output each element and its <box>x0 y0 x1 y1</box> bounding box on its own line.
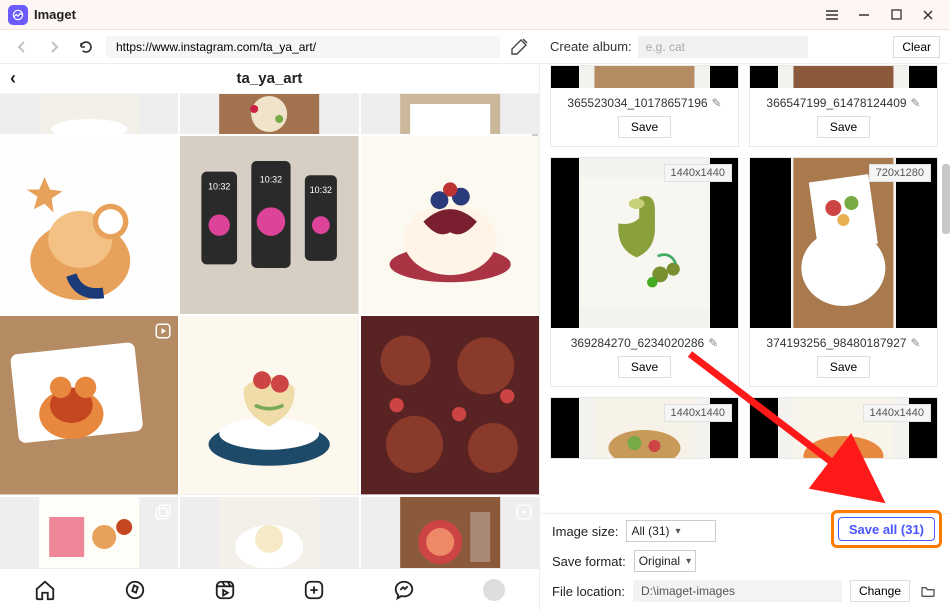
save-button[interactable]: Save <box>817 356 870 378</box>
main: ‹ ta_ya_art 10:32 10:32 10:32 <box>0 64 950 610</box>
grid-tile[interactable] <box>0 316 178 494</box>
hamburger-icon[interactable] <box>818 4 846 26</box>
svg-text:10:32: 10:32 <box>260 174 282 184</box>
save-button[interactable]: Save <box>618 116 671 138</box>
reels-icon[interactable] <box>211 576 239 604</box>
image-size-label: Image size: <box>552 524 618 539</box>
messenger-icon[interactable] <box>390 576 418 604</box>
result-filename: 369284270_6234020286 <box>571 336 704 350</box>
nav-forward-icon[interactable] <box>42 35 66 59</box>
profile-avatar[interactable] <box>480 576 508 604</box>
result-thumbnail[interactable]: 1440x1440 <box>551 158 738 328</box>
home-icon[interactable] <box>31 576 59 604</box>
minimize-button[interactable] <box>850 4 878 26</box>
result-card: 1440x1440 <box>749 397 938 459</box>
right-scrollbar[interactable] <box>942 164 950 234</box>
picker-icon[interactable] <box>508 36 530 58</box>
grid-tile[interactable] <box>180 316 358 494</box>
open-folder-icon[interactable] <box>918 581 938 601</box>
edit-icon[interactable]: ✎ <box>712 96 722 110</box>
image-size-select[interactable]: All (31)▾ <box>626 520 716 542</box>
result-thumbnail[interactable] <box>551 66 738 88</box>
grid-tile[interactable] <box>0 497 178 568</box>
profile-back-icon[interactable]: ‹ <box>10 68 16 89</box>
grid-tile[interactable] <box>0 94 178 134</box>
create-album-label: Create album: <box>550 39 632 54</box>
album-toolbar: Create album: Clear <box>540 36 950 58</box>
save-all-highlight: Save all (31) <box>831 510 942 548</box>
result-card: 1440x1440 369284270_6234020286 ✎ Save <box>550 157 739 387</box>
grid-tile[interactable] <box>361 316 539 494</box>
result-thumbnail[interactable]: 720x1280 <box>750 158 937 328</box>
save-all-button[interactable]: Save all (31) <box>838 517 935 541</box>
file-location-label: File location: <box>552 584 625 599</box>
multi-icon <box>154 503 172 521</box>
grid-tile[interactable] <box>0 136 178 314</box>
result-thumbnail[interactable]: 1440x1440 <box>551 398 738 458</box>
save-format-select[interactable]: Original▾ <box>634 550 696 572</box>
close-button[interactable] <box>914 4 942 26</box>
image-size-value: All (31) <box>631 524 669 538</box>
svg-text:10:32: 10:32 <box>208 181 230 191</box>
app-logo <box>8 5 28 25</box>
edit-icon[interactable]: ✎ <box>911 96 921 110</box>
edit-icon[interactable]: ✎ <box>708 336 718 350</box>
grid-tile[interactable] <box>180 94 358 134</box>
browser-toolbar <box>0 35 540 59</box>
grid-tile[interactable] <box>361 136 539 314</box>
dimension-badge: 1440x1440 <box>664 404 732 422</box>
result-filename: 366547199_61478124409 <box>766 96 906 110</box>
grid-tile[interactable] <box>361 497 539 568</box>
reel-icon <box>515 503 533 521</box>
save-button[interactable]: Save <box>618 356 671 378</box>
explore-icon[interactable] <box>121 576 149 604</box>
profile-header: ‹ ta_ya_art <box>0 64 539 94</box>
result-filename: 374193256_98480187927 <box>766 336 906 350</box>
browser-panel: ‹ ta_ya_art 10:32 10:32 10:32 <box>0 64 540 610</box>
instagram-bottom-nav <box>0 568 539 610</box>
app-title: Imaget <box>34 7 76 22</box>
dimension-badge: 720x1280 <box>869 164 931 182</box>
result-card: 720x1280 374193256_98480187927 ✎ Save <box>749 157 938 387</box>
grid-tile[interactable]: 10:32 10:32 10:32 <box>180 136 358 314</box>
result-filename: 365523034_10178657196 <box>567 96 707 110</box>
result-card: 1440x1440 <box>550 397 739 459</box>
create-icon[interactable] <box>300 576 328 604</box>
result-card: 365523034_10178657196 ✎ Save <box>550 65 739 147</box>
titlebar: Imaget <box>0 0 950 30</box>
result-thumbnail[interactable] <box>750 66 937 88</box>
change-location-button[interactable]: Change <box>850 580 910 602</box>
nav-back-icon[interactable] <box>10 35 34 59</box>
result-card: 366547199_61478124409 ✎ Save <box>749 65 938 147</box>
results-panel: 365523034_10178657196 ✎ Save 366547199_61… <box>540 64 950 610</box>
album-name-input[interactable] <box>638 36 808 58</box>
edit-icon[interactable]: ✎ <box>911 336 921 350</box>
settings-bar: Image size: All (31)▾ Save all (31) Save… <box>540 513 950 610</box>
titlebar-left: Imaget <box>8 5 76 25</box>
grid-tile[interactable] <box>180 497 358 568</box>
results-list: 365523034_10178657196 ✎ Save 366547199_61… <box>540 64 950 513</box>
toolbar: Create album: Clear <box>0 30 950 64</box>
result-thumbnail[interactable]: 1440x1440 <box>750 398 937 458</box>
file-location-input[interactable] <box>633 580 842 602</box>
svg-text:10:32: 10:32 <box>310 185 332 195</box>
maximize-button[interactable] <box>882 4 910 26</box>
save-format-value: Original <box>639 554 680 568</box>
profile-username: ta_ya_art <box>237 70 303 87</box>
dimension-badge: 1440x1440 <box>863 404 931 422</box>
reload-icon[interactable] <box>74 35 98 59</box>
save-format-label: Save format: <box>552 554 626 569</box>
grid-tile[interactable] <box>361 94 539 134</box>
url-input[interactable] <box>106 36 500 58</box>
instagram-grid-wrap: 10:32 10:32 10:32 <box>0 94 539 568</box>
save-button[interactable]: Save <box>817 116 870 138</box>
dimension-badge: 1440x1440 <box>664 164 732 182</box>
window-controls <box>818 4 942 26</box>
reel-icon <box>154 322 172 340</box>
instagram-grid: 10:32 10:32 10:32 <box>0 94 539 568</box>
clear-button[interactable]: Clear <box>893 36 940 58</box>
